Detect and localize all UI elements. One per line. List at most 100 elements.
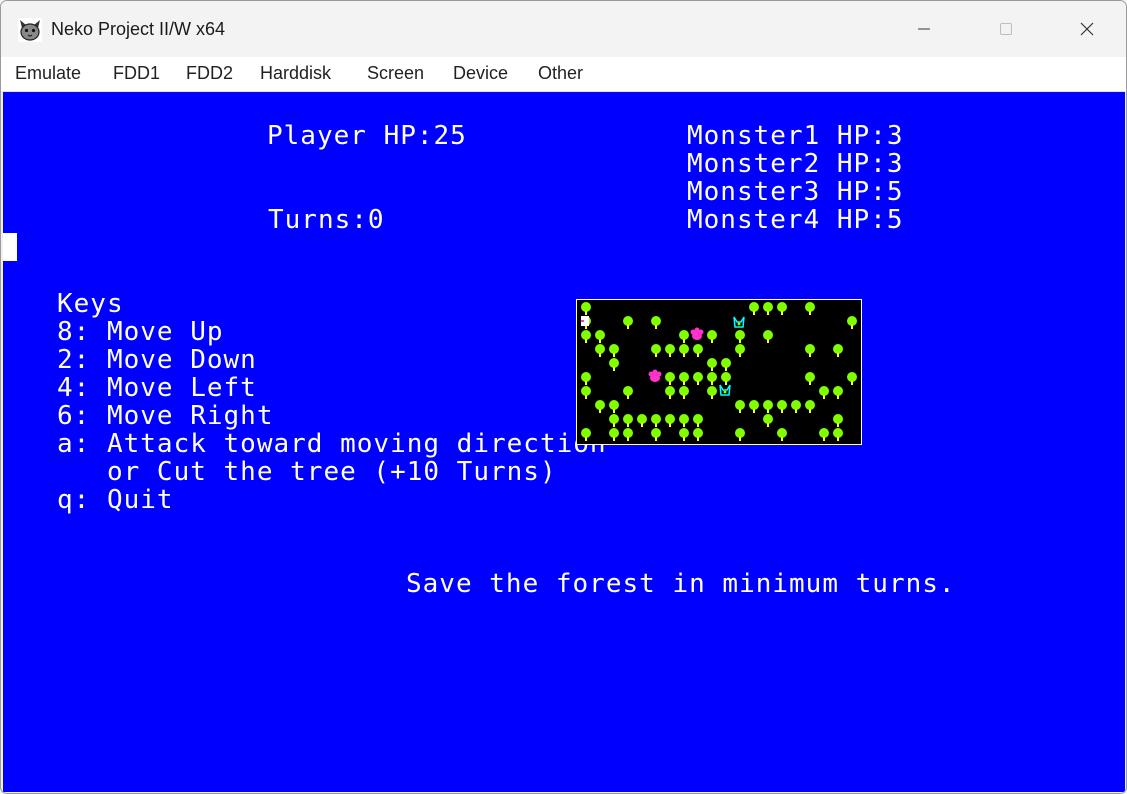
menu-device[interactable]: Device — [453, 63, 508, 84]
tree-icon — [777, 428, 787, 441]
monster-hp-2: Monster2 HP:3 — [687, 149, 904, 179]
monster-icon — [648, 369, 662, 382]
tree-icon — [707, 358, 717, 371]
tree-icon — [791, 400, 801, 413]
tree-icon — [623, 386, 633, 399]
monster-hp-4: Monster4 HP:5 — [687, 205, 904, 235]
tree-icon — [735, 330, 745, 343]
tree-icon — [665, 372, 675, 385]
tree-icon — [581, 302, 591, 315]
tree-icon — [679, 414, 689, 427]
tree-icon — [721, 358, 731, 371]
tree-icon — [707, 386, 717, 399]
minimize-button[interactable] — [894, 1, 954, 57]
tree-icon — [581, 386, 591, 399]
tree-icon — [637, 414, 647, 427]
text-cursor — [3, 233, 17, 261]
tree-icon — [847, 372, 857, 385]
key-help-line: 2: Move Down — [57, 345, 257, 375]
forest-map — [576, 299, 862, 445]
tree-icon — [623, 316, 633, 329]
keys-title: Keys — [57, 289, 124, 319]
tree-icon — [581, 330, 591, 343]
tree-icon — [707, 372, 717, 385]
player-hp: Player HP:25 — [267, 121, 467, 151]
forest-map-canvas — [581, 302, 857, 441]
tree-icon — [609, 400, 619, 413]
tree-icon — [623, 414, 633, 427]
tree-icon — [679, 344, 689, 357]
tree-icon — [707, 330, 717, 343]
tree-icon — [763, 414, 773, 427]
key-help-line: 8: Move Up — [57, 317, 224, 347]
cat-face-icon — [18, 18, 42, 42]
key-help-line: 6: Move Right — [57, 401, 274, 431]
tree-icon — [693, 344, 703, 357]
tree-icon — [651, 316, 661, 329]
tree-icon — [623, 428, 633, 441]
close-icon — [1080, 22, 1094, 36]
tree-icon — [763, 330, 773, 343]
tree-icon — [595, 330, 605, 343]
tree-icon — [749, 302, 759, 315]
tree-icon — [735, 344, 745, 357]
player-icon — [581, 316, 589, 326]
key-help-line: q: Quit — [57, 485, 174, 515]
tree-icon — [833, 344, 843, 357]
monster-hp-1: Monster1 HP:3 — [687, 121, 904, 151]
tree-icon — [679, 372, 689, 385]
monster-hp-3: Monster3 HP:5 — [687, 177, 904, 207]
tree-icon — [651, 428, 661, 441]
message-text: Save the forest in minimum turns. — [406, 569, 956, 599]
tree-icon — [665, 344, 675, 357]
tree-icon — [805, 344, 815, 357]
tree-icon — [833, 386, 843, 399]
tree-icon — [777, 400, 787, 413]
tree-icon — [693, 372, 703, 385]
menu-emulate[interactable]: Emulate — [15, 63, 81, 84]
tree-icon — [609, 344, 619, 357]
tree-icon — [763, 400, 773, 413]
tree-icon — [805, 302, 815, 315]
key-help-line: or Cut the tree (+10 Turns) — [57, 457, 557, 487]
tree-icon — [679, 330, 689, 343]
tree-icon — [805, 400, 815, 413]
close-button[interactable] — [1057, 1, 1117, 57]
menu-other[interactable]: Other — [538, 63, 583, 84]
monster-icon — [690, 327, 704, 340]
tree-icon — [721, 372, 731, 385]
tree-icon — [847, 316, 857, 329]
tree-icon — [833, 414, 843, 427]
tree-icon — [763, 302, 773, 315]
window-title: Neko Project II/W x64 — [51, 19, 226, 39]
menu-fdd2[interactable]: FDD2 — [186, 63, 233, 84]
title-bar[interactable]: Neko Project II/W x64 — [1, 1, 1126, 57]
tree-icon — [595, 400, 605, 413]
tree-icon — [665, 386, 675, 399]
menu-bar: Emulate FDD1 FDD2 Harddisk Screen Device… — [1, 57, 1126, 92]
tree-icon — [693, 428, 703, 441]
tree-icon — [609, 428, 619, 441]
maximize-icon — [1000, 23, 1012, 35]
tree-icon — [651, 414, 661, 427]
tree-icon — [833, 428, 843, 441]
emulator-window: Neko Project II/W x64 Emulate FDD1 FDD2 … — [0, 0, 1127, 794]
maximize-button[interactable] — [976, 1, 1036, 57]
tree-icon — [693, 414, 703, 427]
turns-counter: Turns:0 — [268, 205, 385, 235]
tree-icon — [735, 400, 745, 413]
tree-icon — [609, 358, 619, 371]
tree-icon — [595, 344, 605, 357]
minimize-icon — [918, 28, 930, 30]
tree-icon — [665, 414, 675, 427]
menu-screen[interactable]: Screen — [367, 63, 424, 84]
tree-icon — [679, 428, 689, 441]
tree-icon — [651, 344, 661, 357]
monster-icon — [719, 384, 731, 396]
menu-harddisk[interactable]: Harddisk — [260, 63, 331, 84]
tree-icon — [581, 428, 591, 441]
key-help-line: a: Attack toward moving direction — [57, 429, 607, 459]
tree-icon — [805, 372, 815, 385]
emulator-screen[interactable]: Player HP:25 Turns:0 Monster1 HP:3 Monst… — [3, 92, 1125, 792]
menu-fdd1[interactable]: FDD1 — [113, 63, 160, 84]
